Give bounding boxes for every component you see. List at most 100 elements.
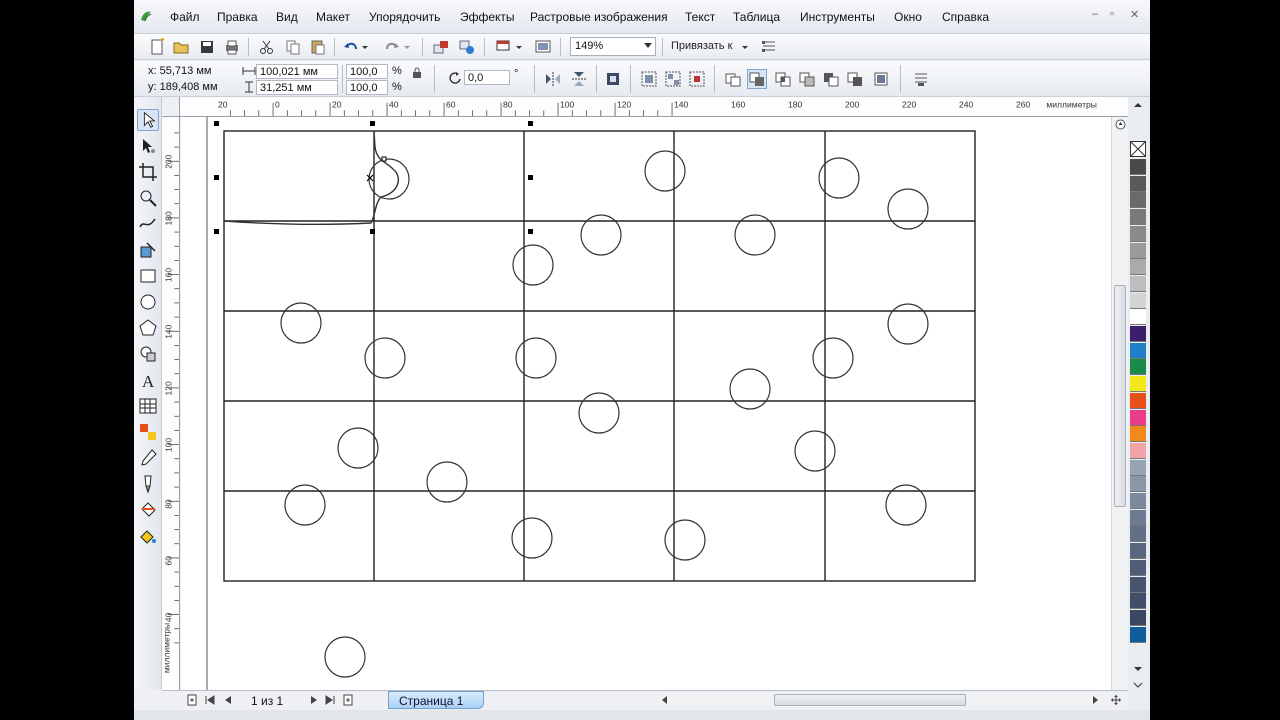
circle-shape[interactable] (337, 427, 379, 469)
menu-edit[interactable]: Правка (217, 10, 258, 24)
mirror-horizontal-icon[interactable] (544, 70, 562, 88)
circle-shape[interactable] (426, 461, 468, 503)
navigator-icon[interactable] (1110, 694, 1122, 706)
polygon-tool-icon[interactable] (137, 317, 159, 339)
create-boundary-icon[interactable] (872, 70, 890, 88)
welcome-screen-icon[interactable] (534, 38, 552, 56)
save-icon[interactable] (198, 38, 216, 56)
back-minus-front-icon[interactable] (846, 70, 864, 88)
selection-handle[interactable] (370, 229, 375, 234)
selection-handle[interactable] (528, 229, 533, 234)
scroll-right-icon[interactable] (1090, 695, 1100, 705)
menu-layout[interactable]: Макет (316, 10, 350, 24)
color-swatch[interactable] (1130, 559, 1146, 576)
options-icon[interactable] (760, 38, 778, 56)
eyedropper-tool-icon[interactable] (137, 447, 159, 469)
ungroup-all-icon[interactable] (688, 70, 706, 88)
minimize-icon[interactable]: – (1092, 8, 1098, 20)
last-page-icon[interactable] (324, 694, 336, 706)
add-page-after-icon[interactable] (342, 694, 354, 706)
chevron-down-icon[interactable] (740, 38, 750, 56)
color-swatch[interactable] (1130, 543, 1146, 560)
object-width-field[interactable]: 100,021 мм (256, 64, 338, 79)
group-icon[interactable] (640, 70, 658, 88)
palette-scroll-up-icon[interactable] (1132, 101, 1144, 109)
paste-icon[interactable] (309, 38, 327, 56)
trim-icon[interactable] (747, 69, 767, 89)
circle-shape[interactable] (794, 430, 836, 472)
circle-shape[interactable] (511, 517, 553, 559)
menu-window[interactable]: Окно (894, 10, 922, 24)
menu-text[interactable]: Текст (685, 10, 715, 24)
selection-handle[interactable] (214, 229, 219, 234)
outline-pen-tool-icon[interactable] (137, 473, 159, 495)
selection-handle[interactable] (528, 121, 533, 126)
color-swatch[interactable] (1130, 459, 1146, 476)
color-swatch[interactable] (1130, 292, 1146, 309)
circle-shape[interactable] (664, 519, 706, 561)
zoom-tool-icon[interactable] (137, 187, 159, 209)
combine-icon[interactable] (604, 70, 622, 88)
application-launcher-icon[interactable] (494, 38, 512, 56)
color-swatch[interactable] (1130, 493, 1146, 509)
drawing-area[interactable] (181, 117, 1111, 690)
open-folder-icon[interactable] (172, 38, 190, 56)
color-swatch[interactable] (1130, 609, 1146, 626)
no-color-swatch[interactable] (1130, 141, 1146, 157)
page-tab[interactable]: Страница 1 (388, 691, 484, 709)
table-grid[interactable] (223, 130, 976, 582)
cut-icon[interactable] (258, 38, 276, 56)
table-tool-icon[interactable] (137, 395, 159, 417)
menu-effects[interactable]: Эффекты (460, 10, 515, 24)
color-swatch[interactable] (1130, 576, 1146, 593)
color-swatch[interactable] (1130, 409, 1146, 426)
color-swatch[interactable] (1130, 209, 1146, 226)
undo-icon[interactable] (342, 38, 360, 56)
drawing-canvas[interactable] (181, 117, 1111, 690)
simplify-icon[interactable] (798, 70, 816, 88)
new-document-icon[interactable] (148, 38, 166, 56)
selection-handle[interactable] (214, 121, 219, 126)
first-page-icon[interactable] (204, 694, 216, 706)
color-swatch[interactable] (1130, 442, 1146, 459)
copy-icon[interactable] (284, 38, 302, 56)
color-swatch[interactable] (1130, 359, 1146, 376)
navigator-icon[interactable] (1115, 119, 1126, 130)
circle-shape[interactable] (644, 150, 686, 192)
circle-shape[interactable] (364, 337, 406, 379)
circle-shapes[interactable] (280, 150, 929, 678)
redo-icon[interactable] (383, 38, 401, 56)
puzzle-piece-shape[interactable] (223, 130, 400, 226)
print-icon[interactable] (223, 38, 241, 56)
grid-outline[interactable] (223, 130, 976, 582)
import-icon[interactable] (432, 38, 450, 56)
text-tool-icon[interactable]: A (137, 369, 159, 391)
circle-shape[interactable] (729, 368, 771, 410)
palette-scroll-down-icon[interactable] (1132, 665, 1144, 673)
object-height-field[interactable]: 31,251 мм (256, 80, 338, 95)
color-swatch[interactable] (1130, 175, 1146, 192)
scroll-left-icon[interactable] (660, 695, 670, 705)
color-swatch[interactable] (1130, 476, 1146, 493)
previous-page-icon[interactable] (222, 694, 234, 706)
horizontal-scroll-thumb[interactable] (774, 694, 966, 706)
selection-handle[interactable] (528, 175, 533, 180)
color-swatch[interactable] (1130, 342, 1146, 359)
circle-shape[interactable] (512, 244, 554, 286)
color-swatch[interactable] (1130, 326, 1146, 342)
add-page-before-icon[interactable] (186, 694, 198, 706)
color-swatch[interactable] (1130, 192, 1146, 209)
menu-tools[interactable]: Инструменты (800, 10, 875, 24)
color-swatch[interactable] (1130, 392, 1146, 409)
basic-shapes-tool-icon[interactable] (137, 343, 159, 365)
selection-handle[interactable] (214, 175, 219, 180)
vertical-ruler[interactable]: 200 180 160 140 120 100 80 60 40 миллиметры (162, 117, 180, 690)
menu-bitmaps[interactable]: Растровые изображения (530, 10, 668, 24)
color-swatch[interactable] (1130, 159, 1146, 175)
position-y-field[interactable]: y: 189,408 мм (148, 81, 218, 93)
node-handle[interactable] (381, 156, 387, 162)
position-x-field[interactable]: x: 55,713 мм (148, 65, 211, 77)
color-swatch[interactable] (1130, 242, 1146, 259)
color-swatch[interactable] (1130, 309, 1146, 326)
align-distribute-icon[interactable] (912, 70, 930, 88)
